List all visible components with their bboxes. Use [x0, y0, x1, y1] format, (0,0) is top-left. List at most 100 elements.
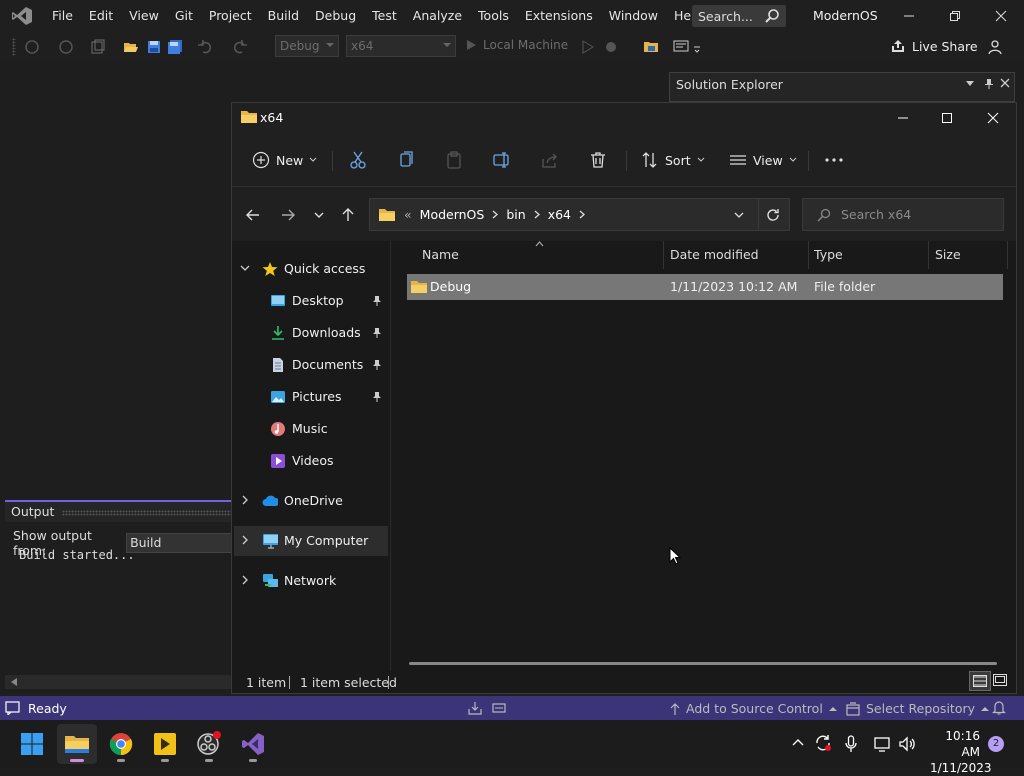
redo-icon[interactable]	[232, 39, 248, 55]
microphone-icon[interactable]	[845, 735, 857, 753]
nav-item-documents[interactable]: Documents	[232, 350, 386, 380]
menu-extensions[interactable]: Extensions	[517, 0, 601, 32]
nav-item-music[interactable]: Music	[232, 414, 386, 444]
vs-close-icon[interactable]	[978, 0, 1024, 32]
explorer-titlebar[interactable]: x64	[232, 103, 1016, 133]
file-row-selected[interactable]: Debug 1/11/2023 10:12 AM File folder	[407, 274, 1003, 300]
column-header-size[interactable]: Size	[935, 247, 961, 262]
save-all-icon[interactable]	[167, 39, 183, 55]
pin-icon[interactable]	[372, 327, 382, 339]
folder-view-icon[interactable]	[643, 39, 659, 55]
explorer-maximize-icon[interactable]	[924, 103, 970, 133]
details-view-icon[interactable]	[969, 671, 991, 691]
forward-nav-icon[interactable]	[58, 39, 74, 55]
select-repository-button[interactable]: Select Repository	[846, 701, 990, 716]
network-status-icon[interactable]	[873, 735, 891, 753]
file-list-pane[interactable]: Name Date modified Type Size Debug 1/11/…	[391, 241, 1016, 671]
sort-button[interactable]: Sort	[641, 147, 705, 173]
breadcrumb-item-x64[interactable]: x64	[548, 207, 571, 222]
copy-icon[interactable]	[397, 147, 415, 173]
show-hidden-icons-chevron-icon[interactable]	[792, 738, 804, 746]
vs-minimize-icon[interactable]	[886, 0, 932, 32]
explorer-close-icon[interactable]	[970, 103, 1016, 133]
hot-reload-icon[interactable]	[603, 39, 619, 55]
new-project-icon[interactable]	[90, 39, 106, 55]
sync-icon[interactable]	[814, 734, 832, 752]
delete-icon[interactable]	[589, 147, 607, 173]
recent-locations-chevron-icon[interactable]	[308, 205, 330, 225]
toolbar-grip[interactable]	[12, 38, 16, 56]
menu-tools[interactable]: Tools	[470, 0, 517, 32]
breadcrumb-item-bin[interactable]: bin	[506, 207, 525, 222]
menu-build[interactable]: Build	[260, 0, 307, 32]
breadcrumb-item-modernos[interactable]: ModernOS	[420, 207, 485, 222]
nav-item-desktop[interactable]: Desktop	[232, 286, 386, 316]
paste-icon[interactable]	[445, 147, 463, 173]
column-divider[interactable]	[1007, 241, 1008, 269]
large-icons-view-icon[interactable]	[993, 674, 1007, 686]
notification-count-badge[interactable]: 2	[988, 736, 1004, 752]
menu-window[interactable]: Window	[601, 0, 666, 32]
column-divider[interactable]	[663, 241, 664, 269]
layout-icon[interactable]	[673, 39, 689, 55]
back-nav-icon[interactable]	[24, 39, 40, 55]
more-options-icon[interactable]	[824, 147, 844, 173]
explorer-minimize-icon[interactable]	[880, 103, 926, 133]
save-icon[interactable]	[146, 39, 162, 55]
open-folder-icon[interactable]	[123, 39, 139, 55]
chevron-right-icon[interactable]	[242, 495, 249, 505]
output-pane-icon[interactable]	[492, 703, 506, 713]
chevron-right-icon[interactable]	[242, 575, 249, 585]
config-combo[interactable]: Debug	[275, 35, 339, 57]
toolbar-overflow-icon[interactable]	[693, 46, 701, 54]
cut-icon[interactable]	[349, 147, 367, 173]
nav-item-pictures[interactable]: Pictures	[232, 382, 386, 412]
column-header-name[interactable]: Name	[422, 247, 459, 262]
chevron-right-icon[interactable]	[579, 210, 585, 219]
taskbar-obs-icon[interactable]	[189, 724, 229, 764]
vs-search-box[interactable]: Search...	[692, 5, 786, 27]
clock[interactable]: 10:16 AM 1/11/2023	[930, 728, 992, 776]
live-share-button[interactable]: Live Share	[890, 38, 978, 54]
add-to-source-control-button[interactable]: Add to Source Control	[670, 701, 837, 716]
menu-edit[interactable]: Edit	[81, 0, 121, 32]
nav-item-my-computer[interactable]: My Computer	[234, 526, 388, 556]
refresh-icon[interactable]	[766, 208, 780, 222]
nav-item-onedrive[interactable]: OneDrive	[232, 486, 386, 516]
pin-icon[interactable]	[372, 295, 382, 307]
nav-item-videos[interactable]: Videos	[232, 446, 386, 476]
navigation-pane[interactable]: Quick access Desktop Downloads Documents…	[232, 241, 390, 671]
menu-file[interactable]: File	[44, 0, 81, 32]
up-arrow-icon[interactable]	[337, 205, 359, 225]
chevron-down-icon[interactable]	[966, 81, 974, 87]
status-message-icon[interactable]	[5, 701, 21, 715]
rename-icon[interactable]	[493, 147, 511, 173]
platform-combo[interactable]: x64	[346, 35, 456, 57]
publish-icon[interactable]	[467, 701, 483, 715]
nav-item-downloads[interactable]: Downloads	[232, 318, 386, 348]
undo-icon[interactable]	[197, 39, 213, 55]
feedback-person-icon[interactable]	[988, 39, 1004, 55]
chevron-down-icon[interactable]	[240, 265, 250, 272]
pin-icon[interactable]	[984, 78, 994, 90]
chevron-right-icon[interactable]	[242, 535, 249, 545]
column-divider[interactable]	[928, 241, 929, 269]
taskbar-chrome-icon[interactable]	[101, 724, 141, 764]
pin-icon[interactable]	[372, 391, 382, 403]
notification-bell-icon[interactable]	[992, 700, 1006, 715]
start-button-windows-icon[interactable]	[12, 724, 52, 764]
back-arrow-icon[interactable]	[242, 205, 264, 225]
output-text[interactable]: Build started...	[19, 548, 135, 562]
column-header-date[interactable]: Date modified	[670, 247, 759, 262]
taskbar-file-explorer-icon[interactable]	[57, 724, 97, 764]
chevron-right-icon[interactable]	[492, 210, 499, 219]
address-bar[interactable]: « ModernOS bin x64	[369, 198, 790, 231]
view-button[interactable]: View	[729, 147, 797, 173]
forward-arrow-icon[interactable]	[277, 205, 299, 225]
new-button[interactable]: New	[252, 147, 317, 173]
menu-git[interactable]: Git	[167, 0, 201, 32]
search-input[interactable]: Search x64	[802, 198, 1004, 231]
taskbar-media-player-icon[interactable]	[145, 724, 185, 764]
file-horizontal-scrollbar[interactable]	[409, 662, 997, 665]
start-without-debug-icon[interactable]	[580, 39, 596, 55]
